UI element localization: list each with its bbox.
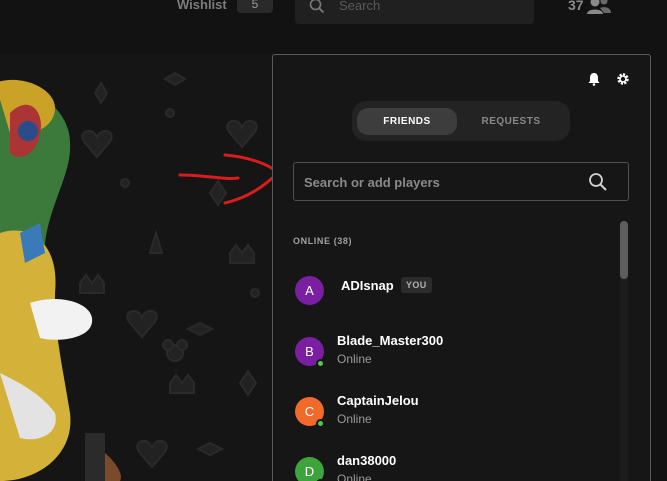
avatar: A [295, 276, 324, 305]
friend-name: CaptainJelou [337, 393, 419, 408]
app-window: Wishlist 5 Search 37 FRIENDS REQUESTS Se… [0, 0, 667, 481]
you-badge: YOU [401, 277, 432, 293]
player-search-input[interactable]: Search or add players [293, 162, 629, 201]
friend-status: Online [337, 352, 372, 366]
game-artwork-background [0, 53, 273, 481]
friend-list-item[interactable]: C CaptainJelou Online [293, 389, 613, 433]
search-icon[interactable] [588, 172, 608, 197]
friend-name: ADIsnap [341, 278, 394, 293]
wishlist-count-badge: 5 [237, 0, 273, 13]
friends-icon[interactable] [586, 0, 612, 21]
store-search-input[interactable]: Search [295, 0, 534, 24]
tab-requests[interactable]: REQUESTS [460, 108, 562, 135]
friend-name: dan38000 [337, 453, 397, 468]
friend-status: Online [337, 472, 372, 481]
avatar: D [295, 457, 324, 481]
friends-panel: FRIENDS REQUESTS Search or add players O… [272, 54, 651, 481]
online-status-dot [316, 359, 325, 368]
friend-list-item[interactable]: A ADIsnap YOU [293, 268, 613, 312]
tab-friends[interactable]: FRIENDS [357, 108, 457, 135]
friends-scrollbar-thumb[interactable] [620, 221, 628, 279]
online-status-dot [316, 419, 325, 428]
top-bar: Wishlist 5 Search 37 [0, 0, 667, 53]
player-search-placeholder: Search or add players [304, 175, 440, 190]
gear-icon[interactable] [616, 72, 630, 91]
friend-list-item[interactable]: B Blade_Master300 Online [293, 329, 613, 373]
friends-online-count[interactable]: 37 [568, 0, 584, 13]
store-search-placeholder: Search [339, 0, 381, 13]
friend-status: Online [337, 412, 372, 426]
bell-icon[interactable] [587, 72, 601, 91]
friend-name: Blade_Master300 [337, 333, 444, 348]
wishlist-link[interactable]: Wishlist [177, 0, 227, 12]
friends-tabs: FRIENDS REQUESTS [352, 101, 570, 141]
friend-list-item[interactable]: D dan38000 Online [293, 449, 613, 481]
online-section-header: ONLINE (38) [293, 236, 353, 246]
search-icon [309, 0, 325, 19]
